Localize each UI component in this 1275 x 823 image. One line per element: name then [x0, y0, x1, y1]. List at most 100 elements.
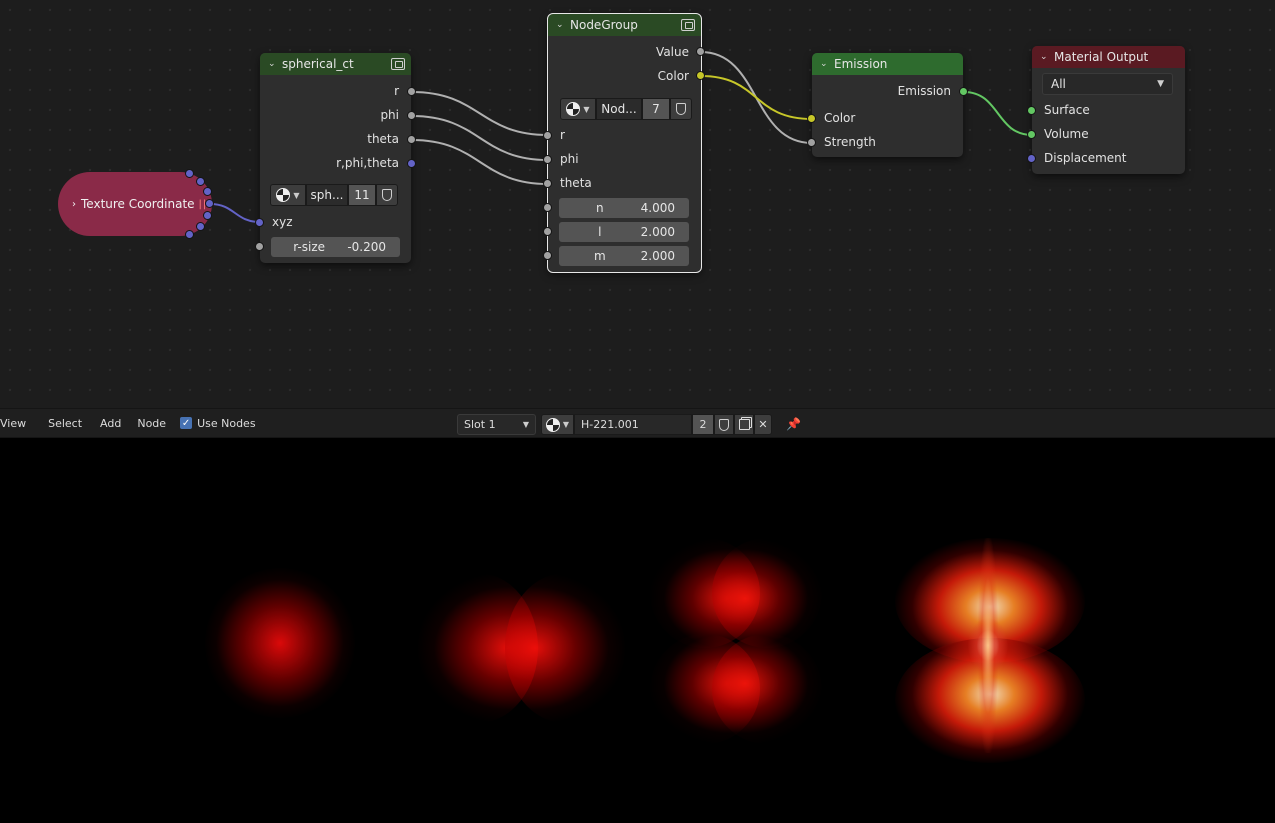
socket-in-phi[interactable] [543, 155, 552, 164]
texcoord-socket-6[interactable] [196, 222, 205, 231]
material-ball-icon [276, 188, 291, 202]
output-color-label: Color [657, 69, 689, 83]
r-size-value: -0.200 [347, 240, 386, 254]
l-field[interactable]: l 2.000 [559, 222, 689, 242]
target-select[interactable]: All ▼ [1042, 73, 1173, 95]
render-viewport[interactable] [0, 438, 1275, 823]
socket-out-value[interactable] [696, 47, 705, 56]
fake-user-button[interactable] [714, 414, 734, 435]
duplicate-icon [738, 419, 750, 430]
socket-out-rphitheta[interactable] [407, 159, 416, 168]
nodetree-name[interactable]: Nod... [596, 98, 642, 120]
fake-user-button[interactable] [670, 98, 692, 120]
material-datablock[interactable]: ▼ H-221.001 2 ✕ [541, 414, 772, 435]
chevron-down-icon[interactable]: ⌄ [556, 20, 570, 30]
texcoord-socket-4[interactable] [205, 199, 214, 208]
nodetree-users[interactable]: 11 [348, 184, 376, 206]
slot-select[interactable]: Slot 1 ▼ [457, 414, 536, 435]
texture-coordinate-label: Texture Coordinate [81, 197, 195, 211]
target-value: All [1051, 77, 1066, 91]
node-group-icon[interactable] [391, 58, 405, 70]
socket-out-emission[interactable] [959, 87, 968, 96]
nodegroup-header[interactable]: ⌄ NodeGroup [548, 14, 701, 36]
nodetree-users[interactable]: 7 [642, 98, 670, 120]
input-strength-label: Strength [824, 135, 876, 149]
socket-in-n[interactable] [543, 203, 552, 212]
checkbox-checked-icon[interactable]: ✓ [180, 417, 193, 429]
orbital-render-3-tr [712, 538, 822, 648]
pin-icon[interactable]: 📌 [786, 417, 801, 431]
socket-in-color[interactable] [807, 114, 816, 123]
menu-node[interactable]: Node [129, 417, 174, 430]
socket-in-xyz[interactable] [255, 218, 264, 227]
texcoord-socket-1[interactable] [185, 169, 194, 178]
input-color-label: Color [824, 111, 856, 125]
spherical-ct-node[interactable]: ⌄ spherical_ct r phi theta r,phi,theta ▼… [260, 53, 411, 263]
socket-in-displacement[interactable] [1027, 154, 1036, 163]
socket-in-l[interactable] [543, 227, 552, 236]
socket-in-m[interactable] [543, 251, 552, 260]
socket-out-theta[interactable] [407, 135, 416, 144]
node-group-icon[interactable] [681, 19, 695, 31]
node-editor-header: View Select Add Node ✓ Use Nodes Slot 1 … [0, 408, 1275, 438]
link-phi [411, 115, 549, 161]
chevron-down-icon: ▼ [522, 420, 529, 429]
socket-in-rsize[interactable] [255, 242, 264, 251]
chevron-down-icon[interactable]: ⌄ [268, 59, 282, 69]
texcoord-socket-7[interactable] [185, 230, 194, 239]
nodegroup-datablock[interactable]: ▼ Nod... 7 [560, 98, 692, 120]
chevron-down-icon: ▼ [293, 190, 300, 200]
menu-view[interactable]: View [0, 417, 34, 430]
n-value: 4.000 [640, 201, 675, 215]
socket-in-surface[interactable] [1027, 106, 1036, 115]
material-ball-icon [566, 102, 581, 116]
texcoord-socket-2[interactable] [196, 177, 205, 186]
texcoord-socket-5[interactable] [203, 211, 212, 220]
chevron-down-icon: ▼ [562, 420, 570, 429]
spherical-ct-datablock[interactable]: ▼ sph... 11 [270, 184, 398, 206]
orbital-render-3-br [712, 634, 822, 744]
socket-in-strength[interactable] [807, 138, 816, 147]
material-browse[interactable]: ▼ [541, 414, 574, 435]
spherical-ct-header[interactable]: ⌄ spherical_ct [260, 53, 411, 75]
nodegroup-node[interactable]: ⌄ NodeGroup Value Color ▼ Nod... 7 r phi… [547, 13, 702, 273]
texture-coordinate-node[interactable]: › Texture Coordinate || [58, 172, 212, 236]
menu-select[interactable]: Select [40, 417, 90, 430]
socket-in-r[interactable] [543, 131, 552, 140]
shield-icon [676, 103, 686, 115]
socket-out-phi[interactable] [407, 111, 416, 120]
n-field[interactable]: n 4.000 [559, 198, 689, 218]
r-size-field[interactable]: r-size -0.200 [271, 237, 400, 257]
chevron-down-icon[interactable]: ⌄ [1040, 52, 1054, 62]
emission-header[interactable]: ⌄ Emission [812, 53, 963, 75]
socket-in-theta[interactable] [543, 179, 552, 188]
material-output-node[interactable]: ⌄ Material Output All ▼ Surface Volume D… [1032, 46, 1185, 174]
nodetree-browse[interactable]: ▼ [560, 98, 596, 120]
material-output-header[interactable]: ⌄ Material Output [1032, 46, 1185, 68]
link-theta [411, 139, 549, 185]
m-field[interactable]: m 2.000 [559, 246, 689, 266]
emission-node[interactable]: ⌄ Emission Emission Color Strength [812, 53, 963, 157]
material-users[interactable]: 2 [692, 414, 714, 435]
material-name-field[interactable]: H-221.001 [574, 414, 692, 435]
duplicate-material-button[interactable] [734, 414, 754, 435]
unlink-material-button[interactable]: ✕ [754, 414, 772, 435]
orbital-render-2-right [505, 573, 625, 723]
chevron-down-icon[interactable]: ⌄ [820, 59, 834, 69]
nodetree-name[interactable]: sph... [306, 184, 348, 206]
use-nodes-toggle[interactable]: ✓ Use Nodes [180, 417, 256, 430]
socket-out-r[interactable] [407, 87, 416, 96]
node-editor[interactable]: › Texture Coordinate || ⌄ spherical_ct r… [0, 0, 1275, 408]
fake-user-button[interactable] [376, 184, 398, 206]
socket-in-volume[interactable] [1027, 130, 1036, 139]
n-label: n [596, 201, 604, 215]
socket-out-color[interactable] [696, 71, 705, 80]
input-theta-label: theta [560, 176, 592, 190]
nodetree-browse[interactable]: ▼ [270, 184, 306, 206]
chevron-right-icon[interactable]: › [72, 199, 76, 210]
menu-add[interactable]: Add [92, 417, 129, 430]
texcoord-socket-3[interactable] [203, 187, 212, 196]
shield-icon [719, 418, 729, 431]
output-theta-label: theta [367, 132, 399, 146]
input-xyz-label: xyz [272, 215, 293, 229]
